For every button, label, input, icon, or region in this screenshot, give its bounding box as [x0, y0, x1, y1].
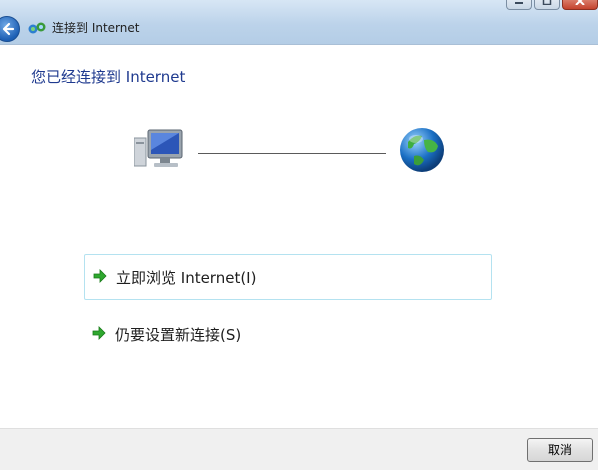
close-button[interactable] — [562, 0, 598, 10]
maximize-icon — [542, 0, 552, 5]
maximize-button[interactable] — [534, 0, 560, 10]
minimize-button[interactable] — [506, 0, 532, 10]
back-arrow-icon — [2, 22, 15, 36]
option-browse-internet[interactable]: 立即浏览 Internet(I) — [84, 254, 492, 300]
footer-bar: 取消 — [0, 428, 598, 470]
globe-icon — [400, 128, 444, 172]
option-label: 仍要设置新连接(S) — [115, 326, 242, 344]
page-heading: 您已经连接到 Internet — [31, 68, 186, 86]
minimize-icon — [515, 2, 523, 4]
green-arrow-icon — [92, 326, 106, 340]
cancel-button[interactable]: 取消 — [527, 438, 593, 462]
window-title: 连接到 Internet — [52, 21, 140, 35]
back-button[interactable] — [0, 16, 20, 42]
title-bar: 连接到 Internet — [0, 0, 598, 45]
connection-line — [198, 153, 386, 154]
option-label: 立即浏览 Internet(I) — [116, 269, 257, 287]
close-icon — [575, 0, 585, 5]
option-setup-new-connection[interactable]: 仍要设置新连接(S) — [84, 312, 492, 358]
green-arrow-icon — [93, 269, 107, 283]
computer-icon — [134, 129, 183, 167]
network-connection-icon — [28, 22, 46, 34]
